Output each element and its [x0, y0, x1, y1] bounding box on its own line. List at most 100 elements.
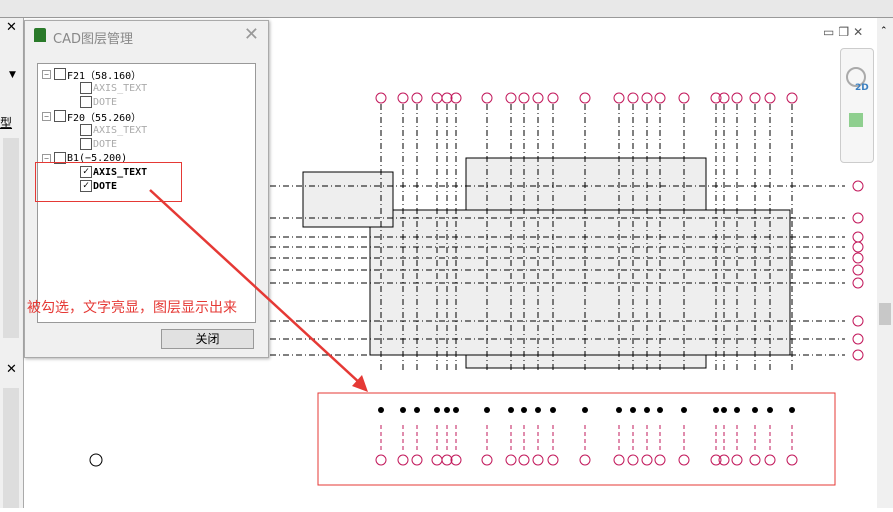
axis-marker — [535, 407, 541, 413]
axis-bubble — [547, 92, 559, 104]
axis-bubble — [786, 454, 798, 466]
axis-bubble — [678, 92, 690, 104]
axis-bubble — [532, 454, 544, 466]
axis-marker — [789, 407, 795, 413]
layer-group-label: F20（55.260） — [67, 112, 142, 124]
window-controls: ▭❐✕ — [823, 25, 867, 39]
dropdown-arrow-icon[interactable]: ▼ — [9, 70, 16, 80]
cad-layer-dialog: CAD图层管理 ✕ − F21（58.160） AXIS_TEXT DOTE − F20（… — [24, 20, 269, 358]
axis-bubble — [431, 454, 443, 466]
axis-bubble — [481, 92, 493, 104]
axis-marker — [582, 407, 588, 413]
zoom-2d-label: 2D — [855, 83, 869, 93]
layer-item[interactable]: DOTE — [80, 95, 117, 109]
panel-scrollbar[interactable] — [3, 388, 19, 508]
layer-label: DOTE — [93, 96, 118, 108]
checkbox[interactable] — [54, 68, 66, 80]
axis-bubble — [481, 454, 493, 466]
balcony — [302, 171, 394, 228]
close-icon[interactable]: ✕ — [244, 24, 259, 45]
axis-marker — [521, 407, 527, 413]
axis-marker — [616, 407, 622, 413]
axis-bubble — [654, 92, 666, 104]
checkbox[interactable] — [80, 138, 92, 150]
axis-bubble — [505, 454, 517, 466]
layer-item[interactable]: AXIS_TEXT — [80, 123, 147, 137]
close-icon[interactable]: ✕ — [853, 25, 867, 39]
axis-bubble — [731, 454, 743, 466]
layer-item[interactable]: DOTE — [80, 137, 117, 151]
axis-bubble — [431, 92, 443, 104]
axis-marker — [713, 407, 719, 413]
axis-bubble — [764, 92, 776, 104]
zoom-window-icon[interactable] — [849, 113, 863, 127]
layer-group[interactable]: − F21（58.160） — [42, 67, 142, 82]
axis-bubble — [852, 315, 864, 327]
axis-bubble — [613, 454, 625, 466]
panel-scrollbar[interactable] — [3, 138, 19, 338]
scroll-up-icon[interactable]: ⌃ — [880, 26, 888, 36]
vertical-scrollbar[interactable]: ⌃ — [877, 18, 893, 508]
scrollbar-thumb[interactable] — [879, 303, 891, 325]
top-toolbar — [0, 0, 893, 18]
annotation-text: 被勾选，文字亮显，图层显示出来 — [27, 300, 237, 316]
checkbox[interactable] — [80, 124, 92, 136]
origin-marker — [89, 453, 103, 467]
axis-bubble — [641, 92, 653, 104]
layer-group[interactable]: − F20（55.260） — [42, 109, 142, 124]
axis-marker — [378, 407, 384, 413]
axis-marker — [484, 407, 490, 413]
layer-label: AXIS_TEXT — [93, 82, 148, 94]
axis-marker — [453, 407, 459, 413]
axis-bubble — [613, 92, 625, 104]
axis-bubble — [678, 454, 690, 466]
axis-bubble — [547, 454, 559, 466]
axis-bubble — [579, 92, 591, 104]
axis-bubble — [375, 454, 387, 466]
close-icon[interactable]: ✕ — [6, 20, 17, 35]
layer-item[interactable]: AXIS_TEXT — [80, 81, 147, 95]
collapse-icon[interactable]: − — [42, 111, 51, 121]
axis-bubble — [397, 454, 409, 466]
axis-bubble — [852, 264, 864, 276]
axis-bubble — [518, 454, 530, 466]
axis-marker — [657, 407, 663, 413]
axis-bubble — [852, 277, 864, 289]
close-button[interactable]: 关闭 — [161, 329, 254, 349]
layer-label: DOTE — [93, 138, 118, 150]
axis-bubble — [505, 92, 517, 104]
close-icon[interactable]: ✕ — [6, 362, 17, 377]
app-icon — [34, 28, 46, 42]
restore-icon[interactable]: ❐ — [838, 25, 853, 39]
axis-marker — [434, 407, 440, 413]
axis-marker — [414, 407, 420, 413]
axis-bubble — [764, 454, 776, 466]
axis-bubble — [786, 92, 798, 104]
axis-bubble — [852, 349, 864, 361]
axis-marker — [550, 407, 556, 413]
axis-marker — [681, 407, 687, 413]
axis-bubble — [852, 333, 864, 345]
layer-group-label: F21（58.160） — [67, 70, 142, 82]
highlight-box — [35, 162, 182, 202]
axis-marker — [508, 407, 514, 413]
checkbox[interactable] — [54, 110, 66, 122]
axis-bubble — [518, 92, 530, 104]
axis-marker — [752, 407, 758, 413]
axis-bubble — [397, 92, 409, 104]
axis-marker — [400, 407, 406, 413]
axis-bubble — [641, 454, 653, 466]
checkbox[interactable] — [80, 82, 92, 94]
dialog-title: CAD图层管理 — [53, 32, 133, 47]
axis-marker — [767, 407, 773, 413]
axis-bubble — [411, 454, 423, 466]
axis-marker — [444, 407, 450, 413]
axis-marker — [734, 407, 740, 413]
axis-marker — [630, 407, 636, 413]
navigation-bar: 2D — [840, 48, 874, 163]
axis-bubble — [411, 92, 423, 104]
collapse-icon[interactable]: − — [42, 69, 51, 79]
minimize-icon[interactable]: ▭ — [823, 25, 838, 39]
checkbox[interactable] — [80, 96, 92, 108]
axis-bubble — [627, 92, 639, 104]
